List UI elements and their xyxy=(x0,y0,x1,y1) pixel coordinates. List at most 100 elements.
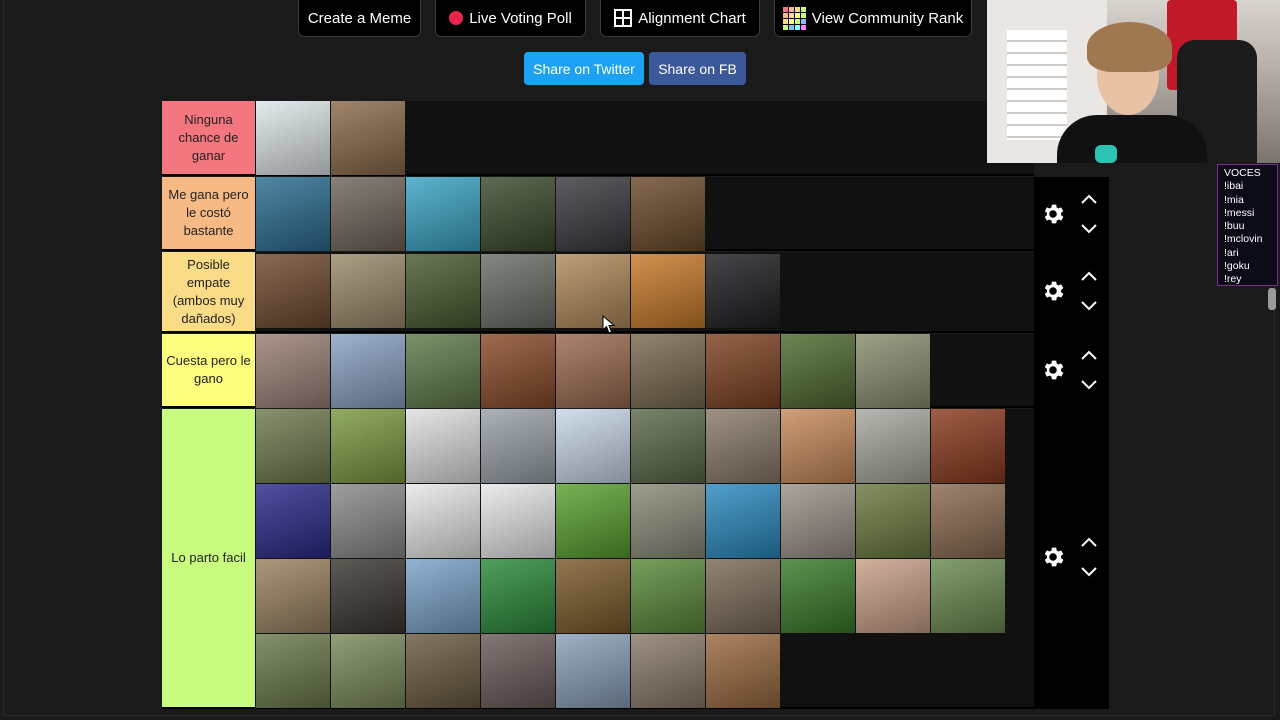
animal-card-meerkat[interactable] xyxy=(781,409,855,483)
animal-card-flamingo[interactable] xyxy=(556,634,630,708)
animal-card-tree-frog[interactable] xyxy=(481,559,555,633)
animal-card-lion[interactable] xyxy=(631,177,705,251)
animal-card-lion-pride[interactable] xyxy=(331,101,405,175)
tier-label[interactable]: Cuesta pero le gano xyxy=(162,334,255,406)
animal-card-armadillo[interactable] xyxy=(856,559,930,633)
animal-card-owl[interactable] xyxy=(406,634,480,708)
animal-card-rhinoceros[interactable] xyxy=(481,254,555,328)
view-community-rank-button[interactable]: View Community Rank xyxy=(774,0,972,37)
gear-icon[interactable] xyxy=(1040,201,1066,227)
animal-card-porcupine[interactable] xyxy=(706,559,780,633)
tier-items xyxy=(256,177,1006,252)
animal-card-cape-buffalo[interactable] xyxy=(406,254,480,328)
animal-card-emu[interactable] xyxy=(481,409,555,483)
animal-card-pitbull[interactable] xyxy=(556,334,630,408)
animal-card-cougar[interactable] xyxy=(256,559,330,633)
chevron-down-icon[interactable] xyxy=(1080,222,1098,234)
animal-card-seal-pup[interactable] xyxy=(856,409,930,483)
animal-card-fox[interactable] xyxy=(706,634,780,708)
tier-row: Me gana pero le costó bastante xyxy=(162,177,1034,251)
alignment-chart-button[interactable]: Alignment Chart xyxy=(600,0,760,37)
animal-card-panda[interactable] xyxy=(781,334,855,408)
share-facebook-button[interactable]: Share on FB xyxy=(649,52,746,85)
live-voting-poll-label: Live Voting Poll xyxy=(469,9,572,27)
animal-card-deer[interactable] xyxy=(406,334,480,408)
animal-card-chameleon[interactable] xyxy=(331,409,405,483)
gear-icon[interactable] xyxy=(1040,357,1066,383)
create-meme-label: Create a Meme xyxy=(307,9,412,27)
animal-card-crow[interactable] xyxy=(331,484,405,558)
animal-card-pygmy-hippo[interactable] xyxy=(481,634,555,708)
tier-controls-column xyxy=(1034,177,1109,709)
animal-card-horse[interactable] xyxy=(931,409,1005,483)
animal-card-parrot[interactable] xyxy=(556,484,630,558)
animal-card-rabbit[interactable] xyxy=(256,634,330,708)
animal-card-kangaroo[interactable] xyxy=(331,254,405,328)
animal-card-koala[interactable] xyxy=(931,484,1005,558)
animal-card-tarantula[interactable] xyxy=(631,634,705,708)
animal-card-hyena[interactable] xyxy=(631,334,705,408)
live-voting-poll-button[interactable]: Live Voting Poll xyxy=(435,0,586,37)
animal-card-squirrel[interactable] xyxy=(856,484,930,558)
webcam-person-body xyxy=(1057,115,1207,163)
animal-card-cow[interactable] xyxy=(406,484,480,558)
grid-icon xyxy=(614,9,633,27)
animal-card-black-panther[interactable] xyxy=(706,254,780,328)
rank-grid-icon xyxy=(782,6,806,30)
animal-card-zebra[interactable] xyxy=(631,484,705,558)
chevron-down-icon[interactable] xyxy=(1080,299,1098,311)
tier-row: Ninguna chance de ganar xyxy=(162,101,1034,176)
animal-card-orangutan-2[interactable] xyxy=(706,334,780,408)
webcam-person-hair xyxy=(1087,22,1172,72)
tier-label[interactable]: Ninguna chance de ganar xyxy=(162,101,255,174)
animal-card-tiger[interactable] xyxy=(631,254,705,328)
chevron-down-icon[interactable] xyxy=(1080,378,1098,390)
animal-card-great-white-shark[interactable] xyxy=(406,177,480,251)
create-meme-button[interactable]: Create a Meme xyxy=(298,0,421,37)
voces-entry: !ari xyxy=(1224,246,1239,259)
animal-card-python[interactable] xyxy=(706,409,780,483)
chevron-up-icon[interactable] xyxy=(1080,269,1098,281)
animal-card-humpback-whale[interactable] xyxy=(256,177,330,251)
mouse-cursor-icon xyxy=(602,315,616,334)
animal-card-crocodile[interactable] xyxy=(856,334,930,408)
animal-card-giraffe[interactable] xyxy=(556,254,630,328)
animal-card-harbor-seal[interactable] xyxy=(781,484,855,558)
animal-card-walrus[interactable] xyxy=(256,334,330,408)
animal-card-toucan[interactable] xyxy=(781,559,855,633)
animal-card-elephant[interactable] xyxy=(331,177,405,251)
animal-card-dolphin[interactable] xyxy=(706,484,780,558)
animal-card-hippo-calf[interactable] xyxy=(631,409,705,483)
gear-icon[interactable] xyxy=(1040,544,1066,570)
tier-label[interactable]: Lo parto facil xyxy=(162,409,255,707)
tier-row: Lo parto facil xyxy=(162,409,1034,709)
animal-card-grizzly-bear[interactable] xyxy=(256,254,330,328)
animal-card-gorilla[interactable] xyxy=(481,177,555,251)
voces-entry: !goku xyxy=(1224,260,1250,273)
gear-icon[interactable] xyxy=(1040,278,1066,304)
tier-label[interactable]: Me gana pero le costó bastante xyxy=(162,177,255,249)
animal-card-octopus[interactable] xyxy=(256,484,330,558)
animal-card-sloth[interactable] xyxy=(256,409,330,483)
animal-card-bull[interactable] xyxy=(556,559,630,633)
animal-card-penguin[interactable] xyxy=(556,409,630,483)
animal-card-ostrich[interactable] xyxy=(331,334,405,408)
animal-card-bald-eagle[interactable] xyxy=(481,484,555,558)
chevron-up-icon[interactable] xyxy=(1080,192,1098,204)
animal-card-scorpion[interactable] xyxy=(406,409,480,483)
animal-card-lapwing[interactable] xyxy=(631,559,705,633)
animal-card-polar-bear[interactable] xyxy=(256,101,330,175)
animal-card-anteater[interactable] xyxy=(931,559,1005,633)
animal-card-snapping-turtle[interactable] xyxy=(331,559,405,633)
animal-card-bat[interactable] xyxy=(406,559,480,633)
animal-card-tortoise[interactable] xyxy=(331,634,405,708)
animal-card-wolf[interactable] xyxy=(556,177,630,251)
alignment-chart-label: Alignment Chart xyxy=(638,9,746,27)
animal-card-orangutan[interactable] xyxy=(481,334,555,408)
tier-label[interactable]: Posible empate (ambos muy dañados) xyxy=(162,252,255,331)
chevron-down-icon[interactable] xyxy=(1080,565,1098,577)
chevron-up-icon[interactable] xyxy=(1080,348,1098,360)
share-twitter-button[interactable]: Share on Twitter xyxy=(524,52,644,85)
scrollbar-thumb[interactable] xyxy=(1268,288,1276,310)
chevron-up-icon[interactable] xyxy=(1080,535,1098,547)
